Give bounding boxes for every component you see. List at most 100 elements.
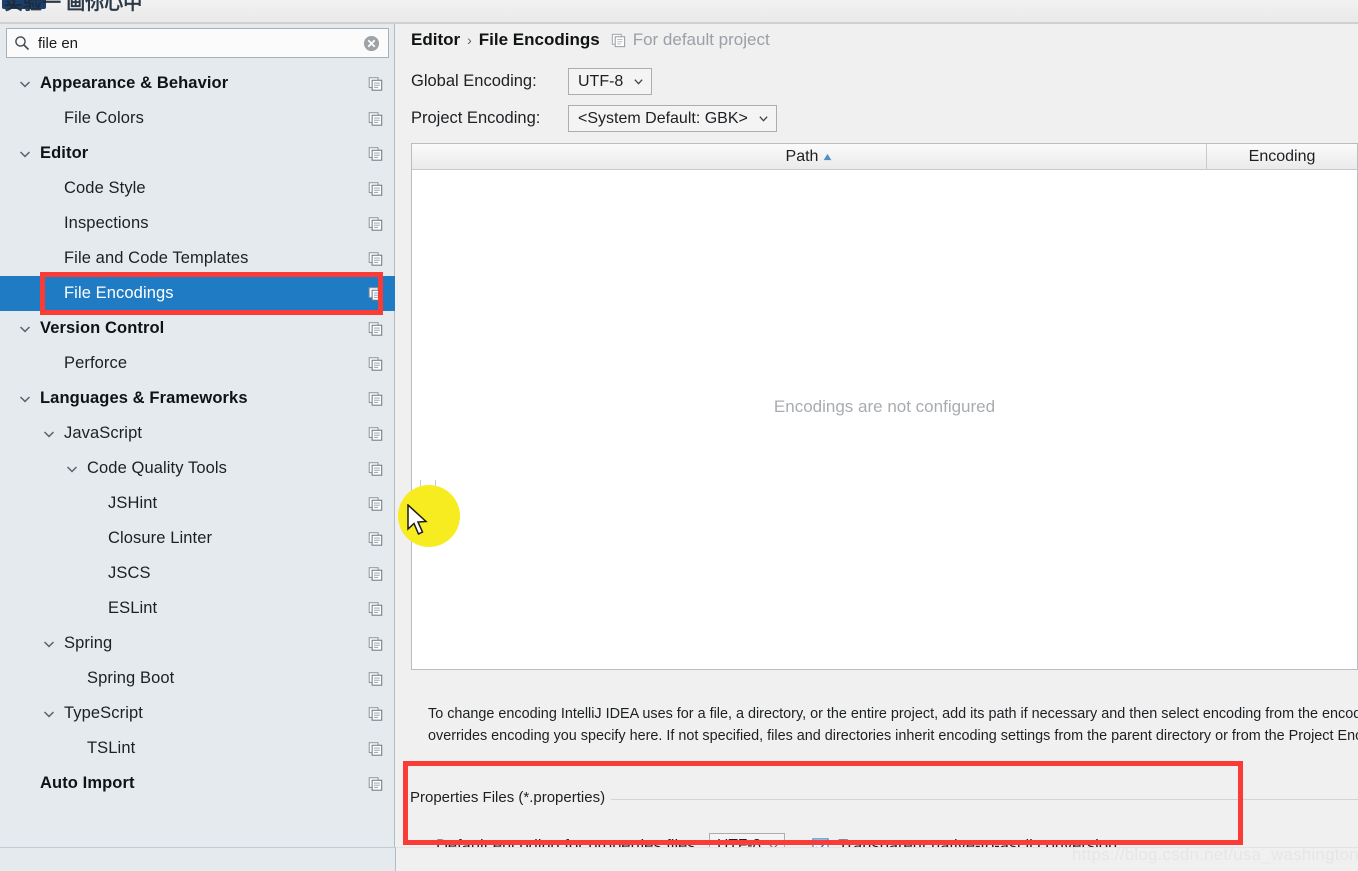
window-title: 实验⼀ 画你⼼中 bbox=[4, 0, 143, 14]
project-encoding-select[interactable]: <System Default: GBK> bbox=[568, 105, 777, 132]
sidebar-item-file-encodings[interactable]: File Encodings bbox=[0, 276, 395, 311]
sidebar-item-label: File and Code Templates bbox=[64, 249, 249, 267]
sidebar-item-label: Spring bbox=[64, 634, 113, 652]
chevron-down-icon bbox=[759, 116, 768, 122]
copy-stack-icon[interactable] bbox=[368, 741, 383, 756]
breadcrumb-parent[interactable]: Editor bbox=[411, 30, 460, 50]
sidebar-bottom-cap bbox=[0, 847, 396, 871]
sidebar-item-label: TSLint bbox=[87, 739, 136, 757]
sidebar-item-inspections[interactable]: Inspections bbox=[0, 206, 395, 241]
project-encoding-value: <System Default: GBK> bbox=[578, 109, 748, 127]
chevron-down-icon[interactable] bbox=[42, 707, 56, 721]
sidebar-item-label: Languages & Frameworks bbox=[40, 389, 248, 407]
chevron-down-icon[interactable] bbox=[18, 147, 32, 161]
copy-stack-icon[interactable] bbox=[368, 496, 383, 511]
breadcrumb-current: File Encodings bbox=[478, 30, 600, 49]
global-encoding-row: Global Encoding: UTF-8 bbox=[411, 68, 653, 95]
copy-stack-icon[interactable] bbox=[368, 286, 383, 301]
copy-stack-icon bbox=[611, 33, 625, 47]
global-encoding-select[interactable]: UTF-8 bbox=[568, 68, 653, 95]
clear-icon[interactable] bbox=[363, 35, 380, 52]
sidebar-item-closure-linter[interactable]: Closure Linter bbox=[0, 521, 395, 556]
settings-sidebar: Appearance & Behavior File Colors Editor Co… bbox=[0, 24, 395, 847]
sidebar-item-label: Closure Linter bbox=[108, 529, 213, 547]
sidebar-item-label: Inspections bbox=[64, 214, 149, 232]
mouse-pointer-icon bbox=[407, 504, 428, 536]
table-empty-message: Encodings are not configured bbox=[773, 396, 996, 416]
sidebar-item-editor[interactable]: Editor bbox=[0, 136, 395, 171]
copy-stack-icon[interactable] bbox=[368, 426, 383, 441]
copy-stack-icon[interactable] bbox=[368, 461, 383, 476]
copy-stack-icon[interactable] bbox=[368, 251, 383, 266]
settings-tree: Appearance & Behavior File Colors Editor Co… bbox=[0, 66, 395, 847]
chevron-down-icon[interactable] bbox=[18, 77, 32, 91]
copy-stack-icon[interactable] bbox=[368, 111, 383, 126]
breadcrumb-note: For default project bbox=[632, 30, 770, 49]
copy-stack-icon[interactable] bbox=[368, 76, 383, 91]
window-title-strip: 实验⼀ 画你⼼中 bbox=[0, 0, 1358, 24]
copy-stack-icon[interactable] bbox=[368, 146, 383, 161]
sidebar-item-label: TypeScript bbox=[64, 704, 143, 722]
chevron-down-icon[interactable] bbox=[42, 637, 56, 651]
search-icon bbox=[15, 36, 30, 51]
sidebar-item-label: Appearance & Behavior bbox=[40, 74, 229, 92]
sidebar-item-label: Version Control bbox=[40, 319, 165, 337]
sidebar-item-label: File Encodings bbox=[64, 284, 174, 302]
breadcrumb: Editor › File Encodings For default proj… bbox=[411, 30, 770, 50]
sidebar-item-perforce[interactable]: Perforce bbox=[0, 346, 395, 381]
breadcrumb-separator: › bbox=[467, 32, 472, 48]
sidebar-item-auto-import[interactable]: Auto Import bbox=[0, 766, 395, 801]
chevron-down-icon[interactable] bbox=[18, 322, 32, 336]
chevron-down-icon[interactable] bbox=[18, 392, 32, 406]
chevron-down-icon[interactable] bbox=[65, 462, 79, 476]
project-encoding-label: Project Encoding: bbox=[411, 109, 541, 127]
sidebar-item-jshint[interactable]: JSHint bbox=[0, 486, 395, 521]
copy-stack-icon[interactable] bbox=[368, 356, 383, 371]
sidebar-item-appearance-behavior[interactable]: Appearance & Behavior bbox=[0, 66, 395, 101]
sidebar-item-jscs[interactable]: JSCS bbox=[0, 556, 395, 591]
copy-stack-icon[interactable] bbox=[368, 391, 383, 406]
sidebar-item-spring[interactable]: Spring bbox=[0, 626, 395, 661]
sidebar-item-tslint[interactable]: TSLint bbox=[0, 731, 395, 766]
copy-stack-icon[interactable] bbox=[368, 566, 383, 581]
copy-stack-icon[interactable] bbox=[368, 181, 383, 196]
search-input[interactable] bbox=[30, 34, 363, 52]
properties-files-legend: Properties Files (*.properties) bbox=[410, 789, 611, 806]
encodings-table[interactable]: Path Encoding Encodings are not configur… bbox=[411, 143, 1358, 670]
search-box[interactable] bbox=[6, 28, 389, 58]
sidebar-item-label: File Colors bbox=[64, 109, 144, 127]
sidebar-item-label: ESLint bbox=[108, 599, 158, 617]
sidebar-item-code-style[interactable]: Code Style bbox=[0, 171, 395, 206]
global-encoding-label: Global Encoding: bbox=[411, 72, 537, 90]
sidebar-item-file-colors[interactable]: File Colors bbox=[0, 101, 395, 136]
sidebar-item-label: JSCS bbox=[108, 564, 151, 582]
sidebar-item-eslint[interactable]: ESLint bbox=[0, 591, 395, 626]
settings-main-panel: Editor › File Encodings For default proj… bbox=[396, 24, 1358, 859]
sidebar-item-languages-frameworks[interactable]: Languages & Frameworks bbox=[0, 381, 395, 416]
sidebar-item-label: JavaScript bbox=[64, 424, 143, 442]
project-encoding-row: Project Encoding: <System Default: GBK> bbox=[411, 105, 777, 132]
sidebar-item-label: Editor bbox=[40, 144, 89, 162]
group-divider bbox=[611, 799, 1358, 800]
copy-stack-icon[interactable] bbox=[368, 216, 383, 231]
sidebar-item-label: Code Style bbox=[64, 179, 146, 197]
copy-stack-icon[interactable] bbox=[368, 706, 383, 721]
sidebar-item-javascript[interactable]: JavaScript bbox=[0, 416, 395, 451]
sidebar-item-file-and-code-templates[interactable]: File and Code Templates bbox=[0, 241, 395, 276]
copy-stack-icon[interactable] bbox=[368, 321, 383, 336]
copy-stack-icon[interactable] bbox=[368, 531, 383, 546]
copy-stack-icon[interactable] bbox=[368, 776, 383, 791]
global-encoding-value: UTF-8 bbox=[578, 72, 624, 90]
chevron-down-icon[interactable] bbox=[42, 427, 56, 441]
sidebar-item-label: Perforce bbox=[64, 354, 128, 372]
copy-stack-icon[interactable] bbox=[368, 601, 383, 616]
copy-stack-icon[interactable] bbox=[368, 671, 383, 686]
sidebar-item-label: Spring Boot bbox=[87, 669, 175, 687]
sidebar-item-spring-boot[interactable]: Spring Boot bbox=[0, 661, 395, 696]
description-text: To change encoding IntelliJ IDEA uses fo… bbox=[428, 706, 1358, 744]
sidebar-item-typescript[interactable]: TypeScript bbox=[0, 696, 395, 731]
sidebar-item-code-quality-tools[interactable]: Code Quality Tools bbox=[0, 451, 395, 486]
copy-stack-icon[interactable] bbox=[368, 636, 383, 651]
sidebar-item-label: Code Quality Tools bbox=[87, 459, 227, 477]
sidebar-item-version-control[interactable]: Version Control bbox=[0, 311, 395, 346]
